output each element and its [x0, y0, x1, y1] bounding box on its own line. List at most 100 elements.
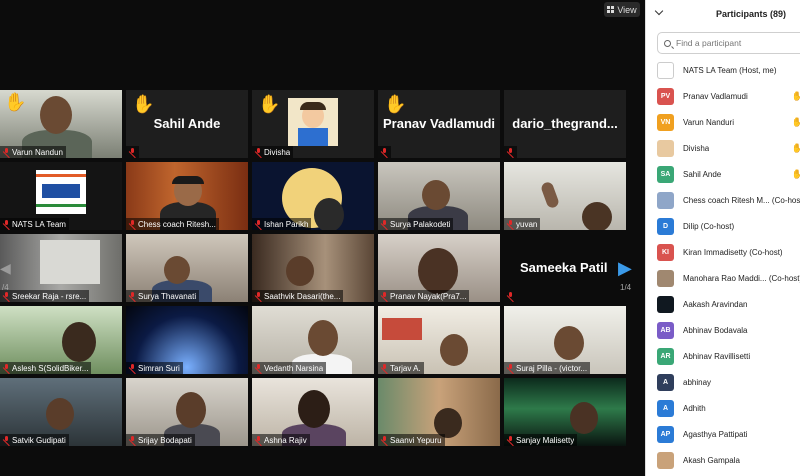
participant-row[interactable]: PV Pranav Vadlamudi ✋: [646, 83, 800, 109]
raised-hand-icon: ✋: [792, 169, 800, 180]
video-tile[interactable]: Saathvik Dasari(the...: [252, 234, 374, 302]
previous-page-arrow-icon[interactable]: ◀: [0, 260, 11, 280]
mic-muted-icon: [255, 436, 262, 444]
participant-row[interactable]: Aakash Aravindan: [646, 291, 800, 317]
participant-name: Suraj Pilla - (victor...: [516, 363, 588, 373]
mic-muted-icon: [507, 220, 514, 228]
participant-row[interactable]: Chess coach Ritesh M... (Co-host): [646, 187, 800, 213]
avatar: A: [657, 399, 674, 417]
participant-name: Abhinav Bodavala: [683, 325, 748, 335]
participant-row[interactable]: Aabhinay: [646, 369, 800, 395]
participant-name: Sanjay Malisetty: [516, 435, 575, 445]
participant-name: Divisha: [264, 147, 291, 157]
participant-row[interactable]: SA Sahil Ande ✋: [646, 161, 800, 187]
participants-title: Participants (89): [716, 9, 787, 19]
mic-muted-icon: [507, 292, 514, 300]
profile-picture: [288, 98, 338, 146]
participant-row[interactable]: AP Agasthya Pattipati: [646, 421, 800, 447]
video-tile[interactable]: ✋ Divisha: [252, 90, 374, 158]
video-tile[interactable]: Saanvi Yepuru: [378, 378, 500, 446]
participant-name: Sahil Ande: [683, 169, 722, 179]
participant-row[interactable]: AB Abhinav Bodavala: [646, 317, 800, 343]
participant-name: Aslesh S(SolidBiker...: [12, 363, 89, 373]
video-tile[interactable]: Surya Thavanati: [126, 234, 248, 302]
mic-muted-icon: [381, 220, 388, 228]
participant-name: yuvan: [516, 219, 538, 229]
participant-name: Akash Gampala: [683, 455, 740, 465]
next-page-arrow-icon[interactable]: ▶: [618, 258, 636, 280]
video-tile[interactable]: Aslesh S(SolidBiker...: [0, 306, 122, 374]
participant-list: NATS LA Team (Host, me) PV Pranav Vadlamud…: [646, 57, 800, 473]
video-tile[interactable]: Suraj Pilla - (victor...: [504, 306, 626, 374]
mic-muted-icon: [3, 436, 10, 444]
avatar: AB: [657, 321, 674, 339]
raised-hand-icon: ✋: [792, 91, 800, 102]
video-tile[interactable]: Sameeka Patil: [504, 234, 616, 302]
video-tile[interactable]: Satvik Gudipati: [0, 378, 122, 446]
participant-row[interactable]: Divisha ✋: [646, 135, 800, 161]
participant-display-name: Sameeka Patil: [520, 260, 608, 275]
participant-name: NATS LA Team: [12, 219, 66, 229]
video-tile[interactable]: Sreekar Raja - rsre...: [0, 234, 122, 302]
participant-row[interactable]: VN Varun Nanduri ✋: [646, 109, 800, 135]
participant-name: Ishan Parikh: [264, 219, 309, 229]
view-label: View: [617, 4, 637, 15]
video-tile[interactable]: Ashna Rajiv: [252, 378, 374, 446]
avatar: SA: [657, 165, 674, 183]
video-gallery: View ✋ Varun Nandun ✋ Sahil Ande ✋ Divis…: [0, 0, 645, 476]
participant-name: NATS LA Team (Host, me): [683, 65, 777, 75]
video-tile[interactable]: dario_thegrand...: [504, 90, 626, 158]
participant-name: Manohara Rao Maddi... (Co-host): [683, 273, 800, 283]
avatar: [657, 191, 674, 209]
participant-name: Vedanth Narsina: [264, 363, 324, 373]
video-tile[interactable]: ✋ Pranav Vadlamudi: [378, 90, 500, 158]
participant-search[interactable]: [657, 32, 800, 54]
avatar: AR: [657, 347, 674, 365]
avatar: AP: [657, 425, 674, 443]
participant-row[interactable]: D Dilip (Co-host): [646, 213, 800, 239]
video-tile[interactable]: Surya Palakodeti: [378, 162, 500, 230]
participant-row[interactable]: Manohara Rao Maddi... (Co-host): [646, 265, 800, 291]
avatar: KI: [657, 243, 674, 261]
video-tile[interactable]: Srijay Bodapati: [126, 378, 248, 446]
video-tile[interactable]: Tarjav A.: [378, 306, 500, 374]
mic-muted-icon: [381, 364, 388, 372]
video-tile[interactable]: Ishan Parikh: [252, 162, 374, 230]
participant-row[interactable]: A Adhith: [646, 395, 800, 421]
participant-name: Aakash Aravindan: [683, 299, 748, 309]
mic-muted-icon: [3, 364, 10, 372]
video-tile[interactable]: Simran Suri: [126, 306, 248, 374]
avatar: [657, 269, 674, 287]
participant-row[interactable]: NATS LA Team (Host, me): [646, 57, 800, 83]
raised-hand-icon: ✋: [258, 94, 281, 114]
mic-muted-icon: [381, 436, 388, 444]
search-input[interactable]: [676, 38, 800, 48]
participant-row[interactable]: KI Kiran Immadisetty (Co-host): [646, 239, 800, 265]
video-tile[interactable]: Sanjay Malisetty: [504, 378, 626, 446]
video-tile[interactable]: Pranav Nayak(Pra7...: [378, 234, 500, 302]
participant-name: Dilip (Co-host): [683, 221, 735, 231]
participant-display-name: Sahil Ande: [153, 116, 221, 131]
participant-name: Agasthya Pattipati: [683, 429, 748, 439]
mic-muted-icon: [255, 148, 262, 156]
mic-muted-icon: [381, 292, 388, 300]
video-tile[interactable]: Vedanth Narsina: [252, 306, 374, 374]
video-tile[interactable]: ✋ Sahil Ande: [126, 90, 248, 158]
mic-muted-icon: [3, 220, 10, 228]
raised-hand-icon: ✋: [792, 117, 800, 128]
video-tile[interactable]: NATS LA Team: [0, 162, 122, 230]
mic-muted-icon: [381, 148, 388, 156]
participant-row[interactable]: Akash Gampala: [646, 447, 800, 473]
video-tile[interactable]: ✋ Varun Nandun: [0, 90, 122, 158]
participant-name: Surya Thavanati: [138, 291, 197, 301]
view-button[interactable]: View: [604, 2, 640, 17]
video-tile-active-speaker[interactable]: Chess coach Ritesh...: [126, 162, 248, 230]
avatar: D: [657, 217, 674, 235]
raised-hand-icon: ✋: [792, 143, 800, 154]
participant-name: Saathvik Dasari(the...: [264, 291, 341, 301]
raised-hand-icon: ✋: [132, 94, 155, 114]
chevron-down-icon[interactable]: [654, 6, 664, 16]
participant-name: Ashna Rajiv: [264, 435, 307, 445]
participant-row[interactable]: AR Abhinav Ravillisetti: [646, 343, 800, 369]
video-tile[interactable]: yuvan: [504, 162, 626, 230]
